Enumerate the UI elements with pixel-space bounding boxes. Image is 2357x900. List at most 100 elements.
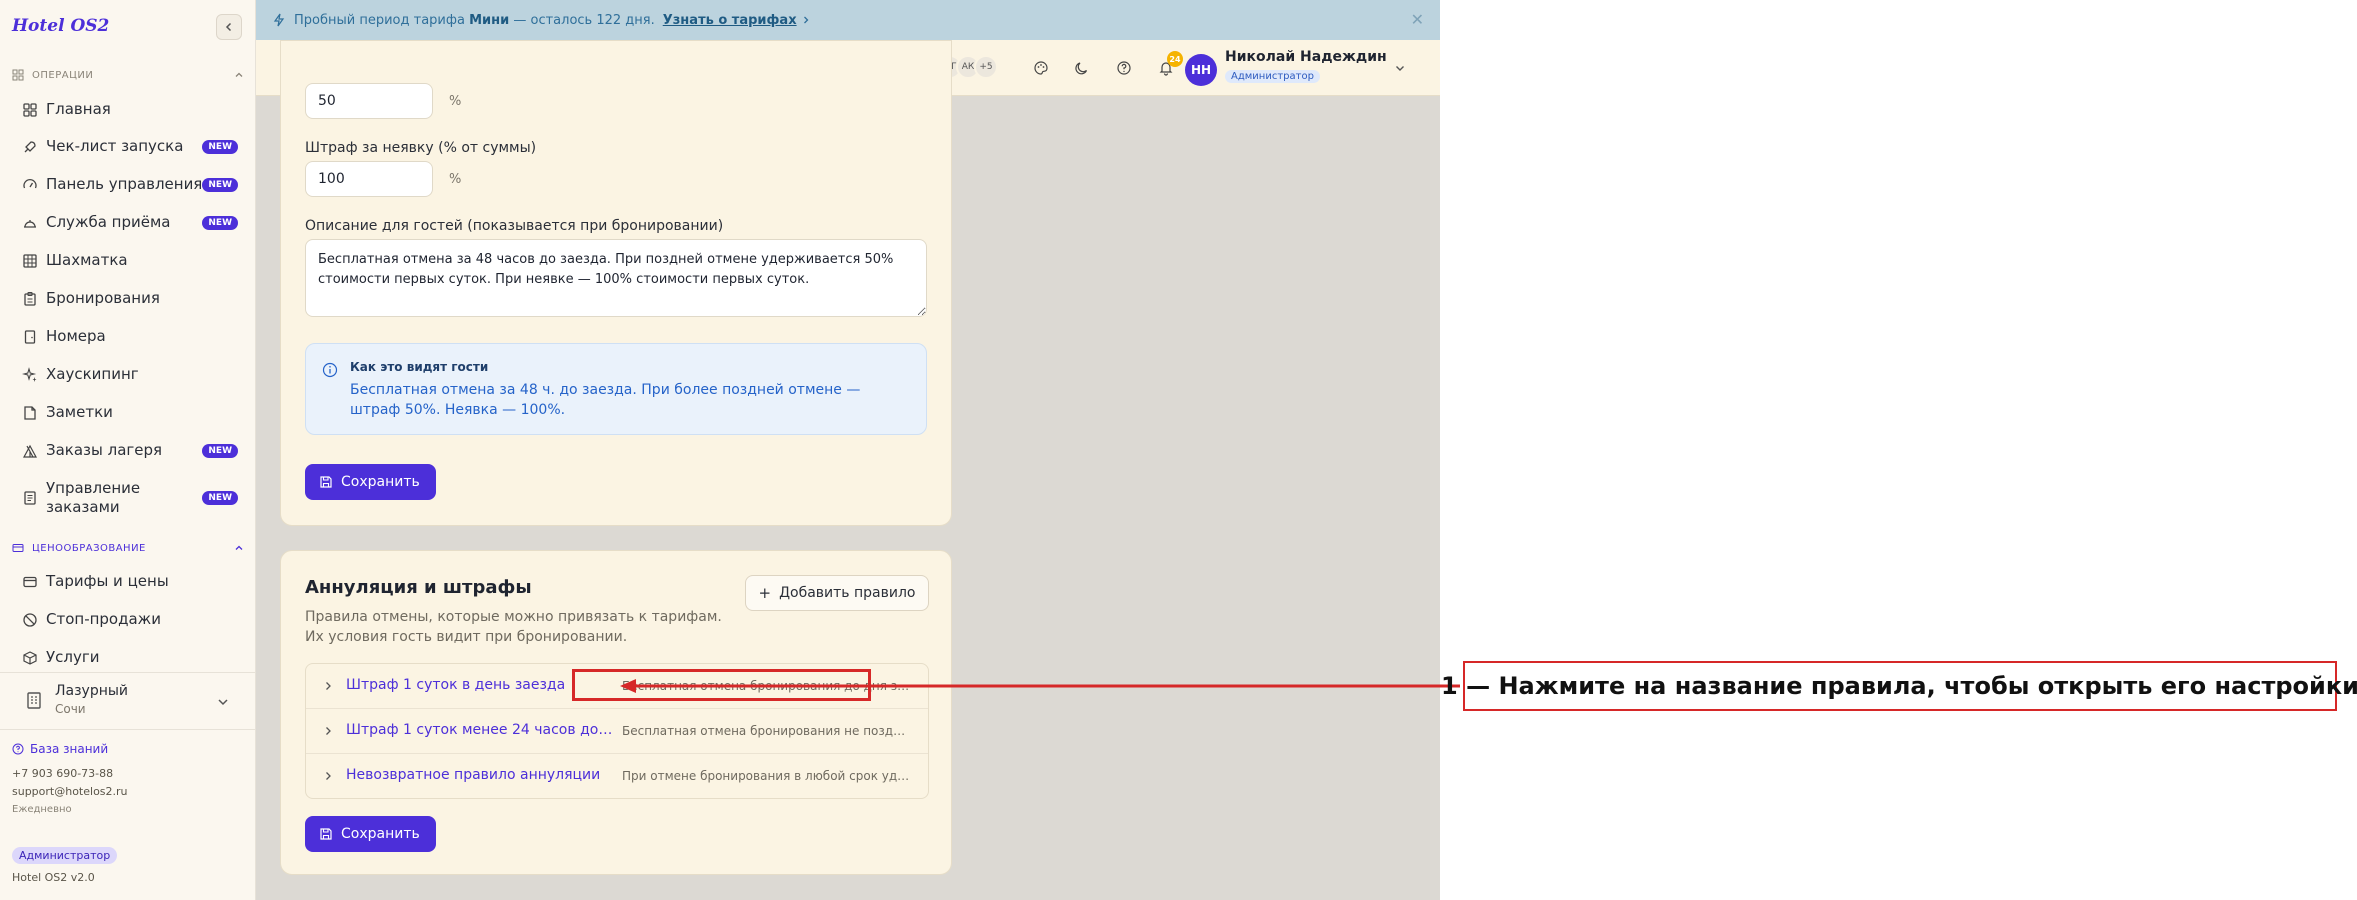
dark-mode-button[interactable] — [1069, 55, 1095, 81]
annotation-callout: 1 — Нажмите на название правила, чтобы о… — [1441, 661, 2357, 711]
property-selector[interactable]: Лазурный Сочи — [0, 672, 255, 730]
credit-card-icon — [12, 544, 24, 552]
chevron-right-icon — [326, 727, 331, 735]
noshow-penalty-label: Штраф за неявку (% от суммы) — [305, 140, 537, 156]
property-city: Сочи — [55, 702, 86, 716]
sidebar-item-rooms[interactable]: Номера — [22, 327, 238, 346]
table-grid-icon — [23, 253, 37, 268]
percent-unit: % — [449, 94, 462, 109]
new-badge: NEW — [202, 491, 238, 505]
sidebar-item-housekeeping[interactable]: Хаускипинг — [22, 365, 238, 384]
chevron-left-icon — [225, 22, 232, 32]
rule-name-link[interactable]: Штраф 1 суток менее 24 часов до заезда — [346, 722, 614, 738]
chevron-right-icon — [326, 682, 331, 690]
sidebar-item-launch-checklist[interactable]: Чек-лист запуска NEW — [22, 137, 238, 156]
sidebar-item-control-panel[interactable]: Панель управления NEW — [22, 175, 238, 194]
knowledge-base-label: База знаний — [30, 742, 109, 756]
late-cancel-penalty-input[interactable] — [305, 83, 433, 119]
credit-card-icon — [23, 576, 37, 587]
building-icon — [27, 692, 41, 709]
save-label: Сохранить — [341, 826, 420, 842]
bell-concierge-icon — [24, 219, 36, 228]
help-button[interactable] — [1111, 55, 1137, 81]
rule-name-link[interactable]: Невозвратное правило аннуляции — [346, 767, 614, 783]
section-operations-label: Операции — [32, 69, 94, 81]
notification-count: 24 — [1167, 51, 1183, 67]
guest-preview-box: Как это видят гости Бесплатная отмена за… — [305, 343, 927, 435]
rule-description: Бесплатная отмена бронирования не поздне… — [622, 724, 912, 738]
app-window: Hotel OS2 Операции Главная Чек-лист запу… — [0, 0, 1440, 900]
sidebar-item-label: Номера — [46, 327, 106, 345]
theme-palette-button[interactable] — [1028, 55, 1054, 81]
section-operations[interactable]: Операции — [12, 69, 244, 81]
sidebar-item-rates[interactable]: Тарифы и цены — [22, 572, 238, 591]
palette-icon — [1034, 61, 1048, 75]
info-icon — [322, 362, 338, 378]
sidebar-item-label: Услуги — [46, 648, 100, 666]
app-version: Hotel OS2 v2.0 — [12, 871, 95, 884]
sidebar-item-label: Заказы лагеря — [46, 441, 163, 459]
rule-row[interactable]: Невозвратное правило аннуляции При отмен… — [306, 754, 928, 799]
chevron-up-icon — [235, 545, 243, 550]
noshow-penalty-input[interactable] — [305, 161, 433, 197]
trial-prefix: Пробный период тарифа — [294, 12, 465, 28]
section-pricing[interactable]: Ценообразование — [12, 542, 244, 554]
receipt-icon — [24, 491, 36, 505]
sidebar-item-home[interactable]: Главная — [22, 100, 238, 119]
section-pricing-label: Ценообразование — [32, 542, 146, 554]
user-avatar[interactable]: НН — [1185, 54, 1217, 86]
lightning-icon — [273, 13, 285, 27]
note-icon — [24, 405, 36, 420]
chevron-up-icon — [235, 72, 243, 77]
sidebar-item-label: Хаускипинг — [46, 365, 139, 383]
sidebar-item-label: Главная — [46, 100, 111, 118]
sidebar-item-camp-orders[interactable]: Заказы лагеря NEW — [22, 441, 238, 460]
topbar-divider — [1171, 50, 1172, 86]
plus-icon: + — [758, 584, 772, 602]
sidebar-item-chessboard[interactable]: Шахматка — [22, 251, 238, 270]
chevron-down-icon[interactable] — [1394, 62, 1406, 74]
moon-icon — [1075, 62, 1088, 75]
guest-preview-title: Как это видят гости — [350, 360, 489, 374]
rocket-icon — [24, 140, 36, 152]
plans-link[interactable]: Узнать о тарифах — [663, 13, 797, 28]
support-schedule: Ежедневно — [12, 804, 72, 815]
guest-description-field[interactable]: Бесплатная отмена за 48 часов до заезда.… — [305, 239, 927, 317]
clipboard-icon — [24, 291, 36, 306]
question-circle-icon — [1117, 61, 1131, 75]
support-phone[interactable]: +7 903 690-73-88 — [12, 767, 113, 780]
property-name: Лазурный — [55, 683, 129, 699]
chevron-right-icon — [803, 16, 809, 24]
sidebar-item-services[interactable]: Услуги — [22, 648, 238, 667]
sidebar-item-label: Шахматка — [46, 251, 128, 269]
section-subtitle: Правила отмены, которые можно привязать … — [305, 609, 722, 645]
rule-row[interactable]: Штраф 1 суток менее 24 часов до заезда Б… — [306, 709, 928, 754]
brand-logo[interactable]: Hotel OS2 — [12, 16, 109, 36]
sidebar-item-stop-sales[interactable]: Стоп-продажи — [22, 610, 238, 629]
sidebar-collapse-button[interactable] — [216, 14, 242, 40]
sidebar-item-label: Заметки — [46, 403, 113, 421]
trial-suffix: — осталось 122 дня. — [513, 12, 655, 28]
notifications-button[interactable]: 24 — [1153, 51, 1183, 81]
save-rules-button[interactable]: Сохранить — [305, 816, 436, 852]
sidebar-item-bookings[interactable]: Бронирования — [22, 289, 238, 308]
percent-unit: % — [449, 172, 462, 187]
guest-preview-text: Бесплатная отмена за 48 ч. до заезда. Пр… — [350, 382, 861, 418]
door-icon — [24, 329, 36, 344]
avatar-more: +5 — [974, 55, 998, 79]
support-email[interactable]: support@hotelos2.ru — [12, 785, 128, 798]
sidebar-item-notes[interactable]: Заметки — [22, 403, 238, 422]
sidebar-item-label: Стоп-продажи — [46, 610, 161, 628]
sidebar-item-label: Управление заказами — [46, 479, 141, 516]
new-badge: NEW — [202, 443, 238, 458]
add-rule-button[interactable]: + Добавить правило — [745, 575, 929, 611]
knowledge-base-link[interactable]: База знаний — [12, 742, 108, 756]
save-policy-button[interactable]: Сохранить — [305, 464, 436, 500]
sidebar: Hotel OS2 Операции Главная Чек-лист запу… — [0, 0, 256, 900]
sidebar-item-label: Служба приёма — [46, 213, 171, 231]
close-banner-icon[interactable]: ✕ — [1411, 10, 1424, 29]
sidebar-item-front-desk[interactable]: Служба приёма NEW — [22, 213, 238, 232]
user-name[interactable]: Николай Надеждин — [1225, 49, 1387, 65]
sidebar-item-order-management[interactable]: Управление заказами NEW — [22, 479, 238, 517]
package-icon — [23, 650, 37, 665]
